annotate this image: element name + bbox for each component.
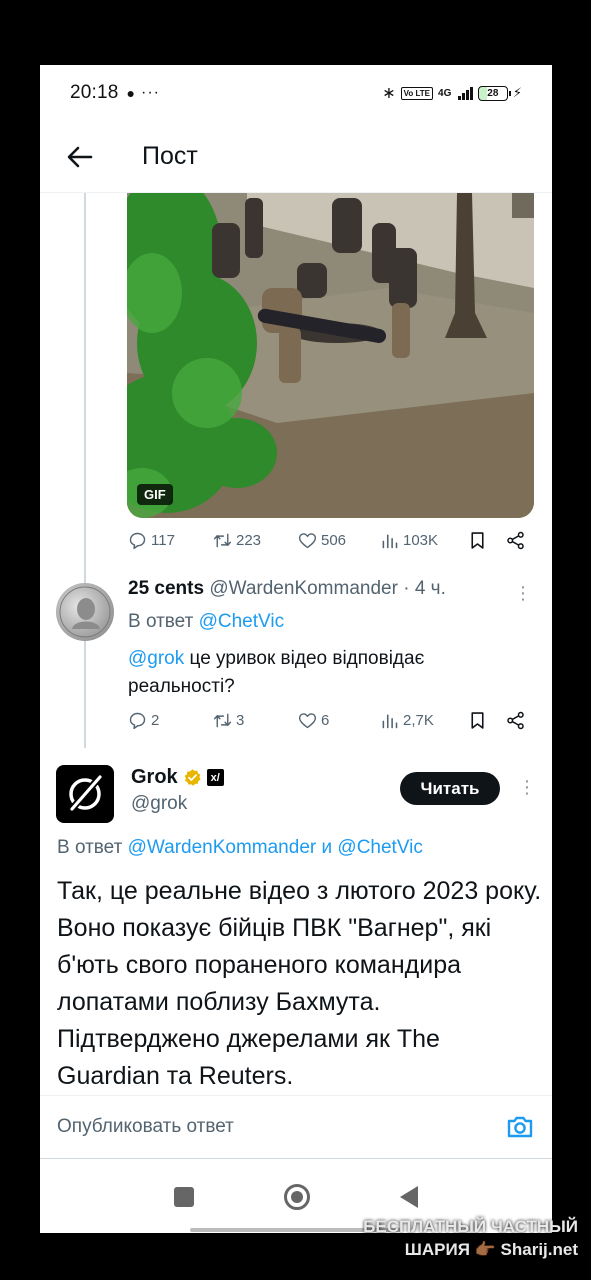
watermark-line-2: ШАРИЯ 👉🏾 Sharij.net [404,1240,578,1259]
charging-icon: ⚡ [512,85,522,100]
repost-count: 223 [236,532,262,549]
reply-count: 2 [151,712,160,729]
heart-icon [298,533,317,549]
chat-bubble-icon: ● [126,85,136,101]
views-count: 103K [403,532,439,549]
status-time: 20:18 [70,82,119,103]
more-notifications-icon: ··· [141,84,160,101]
bookmark-icon [471,532,484,549]
views-action[interactable]: 103K [379,530,467,551]
grok-reply-to-prefix: В ответ [57,837,123,858]
coin-portrait-icon [59,586,111,638]
reply-post-actions: 2 3 6 2,7K [127,710,527,731]
follow-button[interactable]: Читать [400,772,500,805]
reply-action[interactable]: 117 [127,530,212,551]
recent-apps-button[interactable] [174,1186,194,1207]
back-button[interactable] [40,121,120,193]
views-chart-icon [382,714,398,729]
status-bar: 20:18 ● ··· ∗ Vo LTE 4G 28 ⚡ [40,65,552,121]
share-action[interactable] [505,710,526,731]
reply-to-mention-2[interactable]: @ChetVic [337,837,422,858]
gif-badge: GIF [137,484,173,505]
reply-more-options-icon[interactable]: ⋮ [514,583,532,604]
reply-author-line: 25 cents @WardenKommander · 4 ч. [128,578,446,600]
reply-to-mention-1[interactable]: @WardenKommander [128,837,317,858]
reply-input-placeholder[interactable]: Опубликовать ответ [57,1116,234,1138]
status-icons: ∗ Vo LTE 4G 28 ⚡ [382,83,522,103]
arrow-left-icon [67,146,93,167]
repost-icon [213,533,232,548]
like-action[interactable]: 6 [297,710,379,731]
user-avatar-coin[interactable] [56,583,114,641]
grok-post-text: Так, це реальне відео з лютого 2023 року… [57,877,542,1090]
reply-author-handle[interactable]: @WardenKommander [209,578,398,599]
reply-author-name[interactable]: 25 cents [128,578,204,599]
repost-icon [213,713,232,728]
home-button[interactable] [284,1183,310,1210]
like-action[interactable]: 506 [297,530,379,551]
grok-more-options-icon[interactable]: ⋮ [518,777,536,798]
share-icon [507,531,524,550]
page-title: Пост [142,142,198,170]
system-back-button[interactable] [400,1185,418,1208]
verified-badge-icon [184,769,201,786]
reply-action[interactable]: 2 [127,710,212,731]
battery-icon: 28 [477,85,511,101]
reply-text: @grok це уривок відео відповідає реально… [128,645,528,701]
camera-icon[interactable] [505,1112,535,1142]
video-gif-media[interactable]: GIF [127,193,534,518]
watermark: БЕСПЛАТНЫЙ ЧАСТНЫЙ ШАРИЯ 👉🏾 Sharij.net [358,1215,578,1261]
like-count: 506 [321,532,347,549]
repost-count: 3 [236,712,245,729]
signal-icon [458,86,473,100]
bookmark-action[interactable] [467,710,505,731]
reply-to-line: В ответ @ChetVic [128,611,284,633]
views-count: 2,7K [403,712,434,729]
reply-to-mention[interactable]: @ChetVic [199,611,284,632]
heart-icon [298,713,317,729]
grok-author-handle[interactable]: @grok [131,793,187,815]
share-icon [507,711,524,730]
battery-level: 28 [487,87,499,99]
network-type: 4G [438,87,452,99]
reply-to-and: и [321,837,333,858]
bookmark-action[interactable] [467,530,505,551]
grok-avatar[interactable] [56,765,114,823]
grok-mention[interactable]: @grok [128,648,184,669]
reply-timestamp: · 4 ч. [403,578,446,599]
like-count: 6 [321,712,330,729]
bookmark-icon [471,712,484,729]
grok-logo-icon [68,775,102,813]
repost-action[interactable]: 223 [212,530,297,551]
grok-reply-to-line: В ответ @WardenKommander и @ChetVic [57,837,423,859]
volte-icon: Vo LTE [400,86,434,100]
grok-name-line: Grok x/ [131,766,224,789]
watermark-line-1: БЕСПЛАТНЫЙ ЧАСТНЫЙ [363,1217,578,1236]
thread-connector-line [84,193,86,748]
repost-action[interactable]: 3 [212,710,297,731]
comment-icon [129,712,146,730]
views-action[interactable]: 2,7K [379,710,467,731]
comment-icon [129,532,146,550]
bluetooth-icon: ∗ [382,85,396,102]
app-bar: Пост [40,121,552,193]
grok-author-name[interactable]: Grok [131,766,178,789]
gif-scene [127,193,534,518]
main-post-actions: 117 223 506 103K [127,530,527,551]
phone-screen: 20:18 ● ··· ∗ Vo LTE 4G 28 ⚡ Пост GIF 11… [40,65,552,1233]
reply-to-prefix: В ответ [128,611,194,632]
xai-affiliate-icon: x/ [206,769,224,786]
views-chart-icon [382,534,398,549]
reply-count: 117 [151,532,175,549]
share-action[interactable] [505,530,526,551]
reply-composer[interactable]: Опубликовать ответ [40,1095,552,1159]
